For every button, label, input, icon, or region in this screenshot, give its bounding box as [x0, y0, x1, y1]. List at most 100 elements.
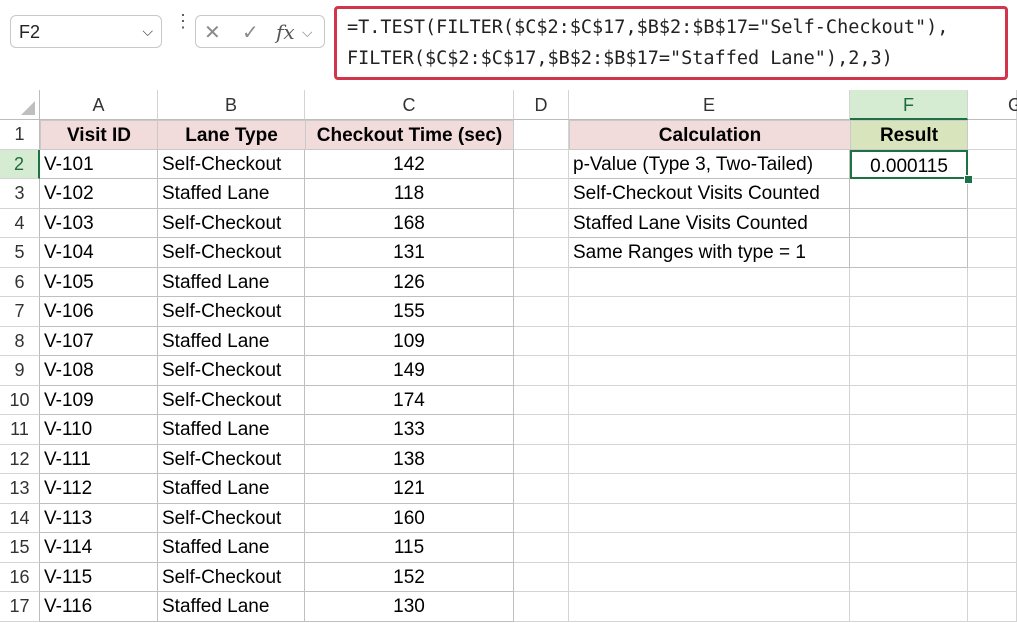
- empty-cell[interactable]: [850, 533, 968, 563]
- cell-lane-type[interactable]: Self-Checkout: [158, 562, 305, 592]
- empty-cell[interactable]: [569, 385, 850, 415]
- empty-cell[interactable]: [514, 208, 569, 238]
- empty-cell[interactable]: [850, 267, 968, 297]
- row-header[interactable]: 15: [0, 533, 40, 563]
- empty-cell[interactable]: [514, 503, 569, 533]
- empty-cell[interactable]: [968, 149, 1017, 179]
- empty-cell[interactable]: [850, 592, 968, 622]
- empty-cell[interactable]: [514, 297, 569, 327]
- cell-lane-type[interactable]: Self-Checkout: [158, 297, 305, 327]
- cell-visit-id[interactable]: V-111: [40, 444, 158, 474]
- cell-visit-id[interactable]: V-113: [40, 503, 158, 533]
- cell-visit-id[interactable]: V-114: [40, 533, 158, 563]
- row-header[interactable]: 5: [0, 238, 40, 268]
- cell-visit-id[interactable]: V-108: [40, 356, 158, 386]
- empty-cell[interactable]: [968, 503, 1017, 533]
- empty-cell[interactable]: [968, 415, 1017, 445]
- chevron-down-icon[interactable]: ⌵: [142, 23, 153, 40]
- empty-cell[interactable]: [968, 474, 1017, 504]
- empty-cell[interactable]: [569, 297, 850, 327]
- empty-cell[interactable]: [514, 592, 569, 622]
- empty-cell[interactable]: [850, 562, 968, 592]
- empty-cell[interactable]: [569, 326, 850, 356]
- cell-checkout-time[interactable]: 174: [305, 385, 514, 415]
- row-header[interactable]: 1: [0, 120, 40, 150]
- fill-handle[interactable]: [964, 174, 973, 184]
- empty-cell[interactable]: [850, 326, 968, 356]
- empty-cell[interactable]: [850, 415, 968, 445]
- column-header-a[interactable]: A: [40, 90, 158, 120]
- empty-cell[interactable]: [569, 562, 850, 592]
- empty-cell[interactable]: [850, 444, 968, 474]
- cell-checkout-time[interactable]: 142: [305, 149, 514, 179]
- empty-cell[interactable]: [968, 208, 1017, 238]
- cell-result[interactable]: [850, 208, 968, 238]
- cell-result[interactable]: [850, 238, 968, 268]
- row-header[interactable]: 6: [0, 267, 40, 297]
- cell-visit-id[interactable]: V-104: [40, 238, 158, 268]
- column-header-d[interactable]: D: [514, 90, 569, 120]
- cell-visit-id[interactable]: V-102: [40, 179, 158, 209]
- cell-checkout-time[interactable]: 115: [305, 533, 514, 563]
- cell-checkout-time[interactable]: 126: [305, 267, 514, 297]
- header-result[interactable]: Result: [850, 120, 968, 150]
- empty-cell[interactable]: [514, 267, 569, 297]
- cell-checkout-time[interactable]: 160: [305, 503, 514, 533]
- cell-checkout-time[interactable]: 109: [305, 326, 514, 356]
- cell-lane-type[interactable]: Staffed Lane: [158, 415, 305, 445]
- name-box[interactable]: F2 ⌵: [10, 15, 162, 48]
- empty-cell[interactable]: [514, 444, 569, 474]
- column-header-c[interactable]: C: [305, 90, 514, 120]
- row-header[interactable]: 16: [0, 562, 40, 592]
- cell-checkout-time[interactable]: 121: [305, 474, 514, 504]
- header-lane-type[interactable]: Lane Type: [157, 120, 306, 150]
- cell-checkout-time[interactable]: 118: [305, 179, 514, 209]
- cell-visit-id[interactable]: V-112: [40, 474, 158, 504]
- enter-check-icon[interactable]: ✓: [242, 20, 259, 45]
- select-all-corner[interactable]: [0, 90, 40, 120]
- empty-cell[interactable]: [569, 503, 850, 533]
- cell-checkout-time[interactable]: 168: [305, 208, 514, 238]
- empty-cell[interactable]: [514, 326, 569, 356]
- empty-cell[interactable]: [968, 592, 1017, 622]
- row-header[interactable]: 3: [0, 179, 40, 209]
- header-visit-id[interactable]: Visit ID: [40, 120, 158, 150]
- empty-cell[interactable]: [569, 444, 850, 474]
- cell-visit-id[interactable]: V-103: [40, 208, 158, 238]
- empty-cell[interactable]: [569, 267, 850, 297]
- cell-lane-type[interactable]: Self-Checkout: [158, 385, 305, 415]
- column-header-f[interactable]: F: [850, 90, 968, 120]
- empty-cell[interactable]: [569, 415, 850, 445]
- cell-lane-type[interactable]: Self-Checkout: [158, 149, 305, 179]
- cell-checkout-time[interactable]: 138: [305, 444, 514, 474]
- empty-cell[interactable]: [514, 179, 569, 209]
- empty-cell[interactable]: [514, 533, 569, 563]
- cell-visit-id[interactable]: V-107: [40, 326, 158, 356]
- row-header[interactable]: 11: [0, 415, 40, 445]
- empty-cell[interactable]: [514, 120, 569, 150]
- empty-cell[interactable]: [514, 238, 569, 268]
- empty-cell[interactable]: [569, 474, 850, 504]
- chevron-down-icon[interactable]: ⌵: [302, 24, 313, 41]
- empty-cell[interactable]: [968, 533, 1017, 563]
- row-header[interactable]: 2: [0, 149, 40, 179]
- cancel-icon[interactable]: ✕: [204, 20, 221, 45]
- empty-cell[interactable]: [514, 356, 569, 386]
- cell-visit-id[interactable]: V-105: [40, 267, 158, 297]
- formula-input[interactable]: =T.TEST(FILTER($C$2:$C$17,$B$2:$B$17="Se…: [334, 6, 1008, 80]
- row-header[interactable]: 10: [0, 385, 40, 415]
- cell-visit-id[interactable]: V-109: [40, 385, 158, 415]
- cell-visit-id[interactable]: V-110: [40, 415, 158, 445]
- column-header-g[interactable]: G: [968, 90, 1017, 120]
- cell-lane-type[interactable]: Self-Checkout: [158, 208, 305, 238]
- empty-cell[interactable]: [968, 444, 1017, 474]
- empty-cell[interactable]: [514, 415, 569, 445]
- empty-cell[interactable]: [514, 149, 569, 179]
- cell-calculation-label[interactable]: Self-Checkout Visits Counted: [569, 179, 850, 209]
- cell-lane-type[interactable]: Staffed Lane: [158, 179, 305, 209]
- row-header[interactable]: 7: [0, 297, 40, 327]
- cell-checkout-time[interactable]: 149: [305, 356, 514, 386]
- cell-calculation-label[interactable]: p-Value (Type 3, Two-Tailed): [569, 149, 850, 179]
- cell-lane-type[interactable]: Self-Checkout: [158, 238, 305, 268]
- cell-lane-type[interactable]: Staffed Lane: [158, 533, 305, 563]
